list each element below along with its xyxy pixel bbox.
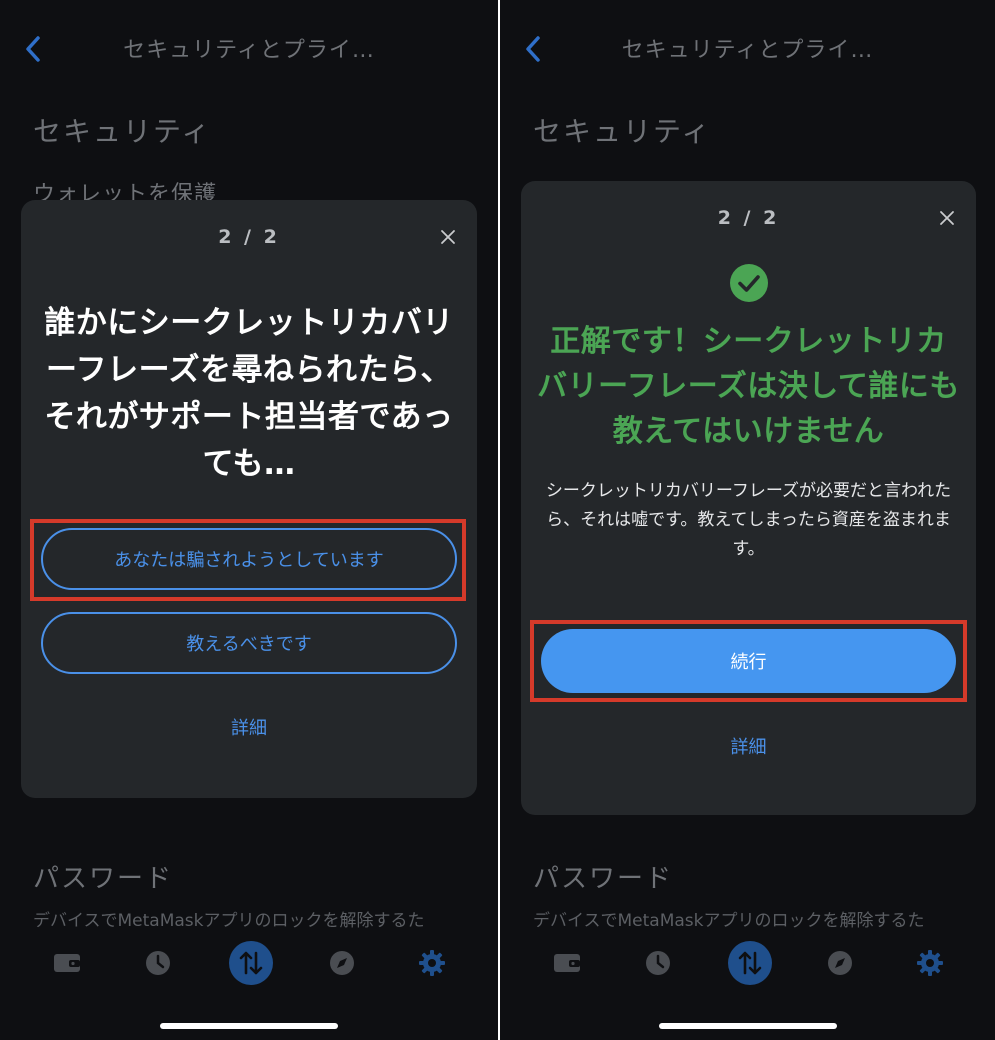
compass-icon xyxy=(828,951,852,975)
header: セキュリティとプライ… xyxy=(0,26,498,70)
quiz-question: 誰かにシークレットリカバリーフレーズを尋ねられたら、それがサポート担当者であって… xyxy=(44,305,454,482)
page-title: セキュリティとプライ… xyxy=(123,38,375,63)
correct-answer-title: 正解です！シークレットリカバリーフレーズは決して誰にも教えてはいけません xyxy=(537,324,960,449)
tab-wallet[interactable] xyxy=(542,938,592,988)
answer-should-tell-button[interactable]: 教えるべきです xyxy=(41,612,457,674)
page-title: セキュリティとプライ… xyxy=(621,38,874,63)
step-indicator: 2 / 2 xyxy=(218,226,280,248)
tab-settings[interactable] xyxy=(905,938,955,988)
quiz-result-modal: 2 / 2 正解です！シークレットリカバリーフレーズは決して誰にも教えてはいけま… xyxy=(521,181,976,815)
tab-browser[interactable] xyxy=(815,938,865,988)
gear-icon xyxy=(917,950,943,976)
security-section-title: セキュリティ xyxy=(533,115,712,148)
home-indicator xyxy=(160,1023,338,1029)
password-section-description: デバイスでMetaMaskアプリのロックを解除するた xyxy=(533,911,925,931)
tab-swap[interactable] xyxy=(725,938,775,988)
wallet-icon xyxy=(554,954,580,972)
right-screen: セキュリティとプライ… セキュリティ パスワード デバイスでMetaMaskアプ… xyxy=(500,0,995,1040)
header: セキュリティとプライ… xyxy=(500,26,995,70)
close-icon[interactable] xyxy=(439,228,457,246)
check-circle-icon xyxy=(730,264,768,302)
quiz-modal: 2 / 2 誰かにシークレットリカバリーフレーズを尋ねられたら、それがサポート担… xyxy=(21,200,477,798)
tab-browser[interactable] xyxy=(317,938,367,988)
bottom-tab-bar xyxy=(0,938,498,988)
tab-settings[interactable] xyxy=(407,938,457,988)
step-indicator: 2 / 2 xyxy=(717,207,780,229)
tab-swap[interactable] xyxy=(226,938,276,988)
wallet-icon xyxy=(54,954,80,972)
learn-more-link[interactable]: 詳細 xyxy=(521,733,976,759)
password-section-title: パスワード xyxy=(533,864,674,894)
left-screen: セキュリティとプライ… セキュリティ ウォレットを保護 パスワード デバイスでM… xyxy=(0,0,498,1040)
swap-icon xyxy=(229,941,273,985)
home-indicator xyxy=(658,1023,837,1029)
clock-icon xyxy=(146,951,170,975)
answer-scam-button[interactable]: あなたは騙されようとしています xyxy=(41,528,457,590)
close-icon[interactable] xyxy=(938,209,956,227)
security-section-title: セキュリティ xyxy=(33,115,212,148)
password-section-description: デバイスでMetaMaskアプリのロックを解除するた xyxy=(33,911,425,931)
tab-wallet[interactable] xyxy=(42,938,92,988)
continue-button[interactable]: 続行 xyxy=(541,629,956,693)
password-section-title: パスワード xyxy=(33,864,174,894)
bottom-tab-bar xyxy=(500,938,995,988)
gear-icon xyxy=(419,950,445,976)
explanation-text: シークレットリカバリーフレーズが必要だと言われたら、それは嘘です。教えてしまった… xyxy=(545,481,952,559)
swap-icon xyxy=(728,941,772,985)
clock-icon xyxy=(646,951,670,975)
compass-icon xyxy=(330,951,354,975)
tab-activity[interactable] xyxy=(633,938,683,988)
learn-more-link[interactable]: 詳細 xyxy=(21,714,477,740)
tab-activity[interactable] xyxy=(133,938,183,988)
